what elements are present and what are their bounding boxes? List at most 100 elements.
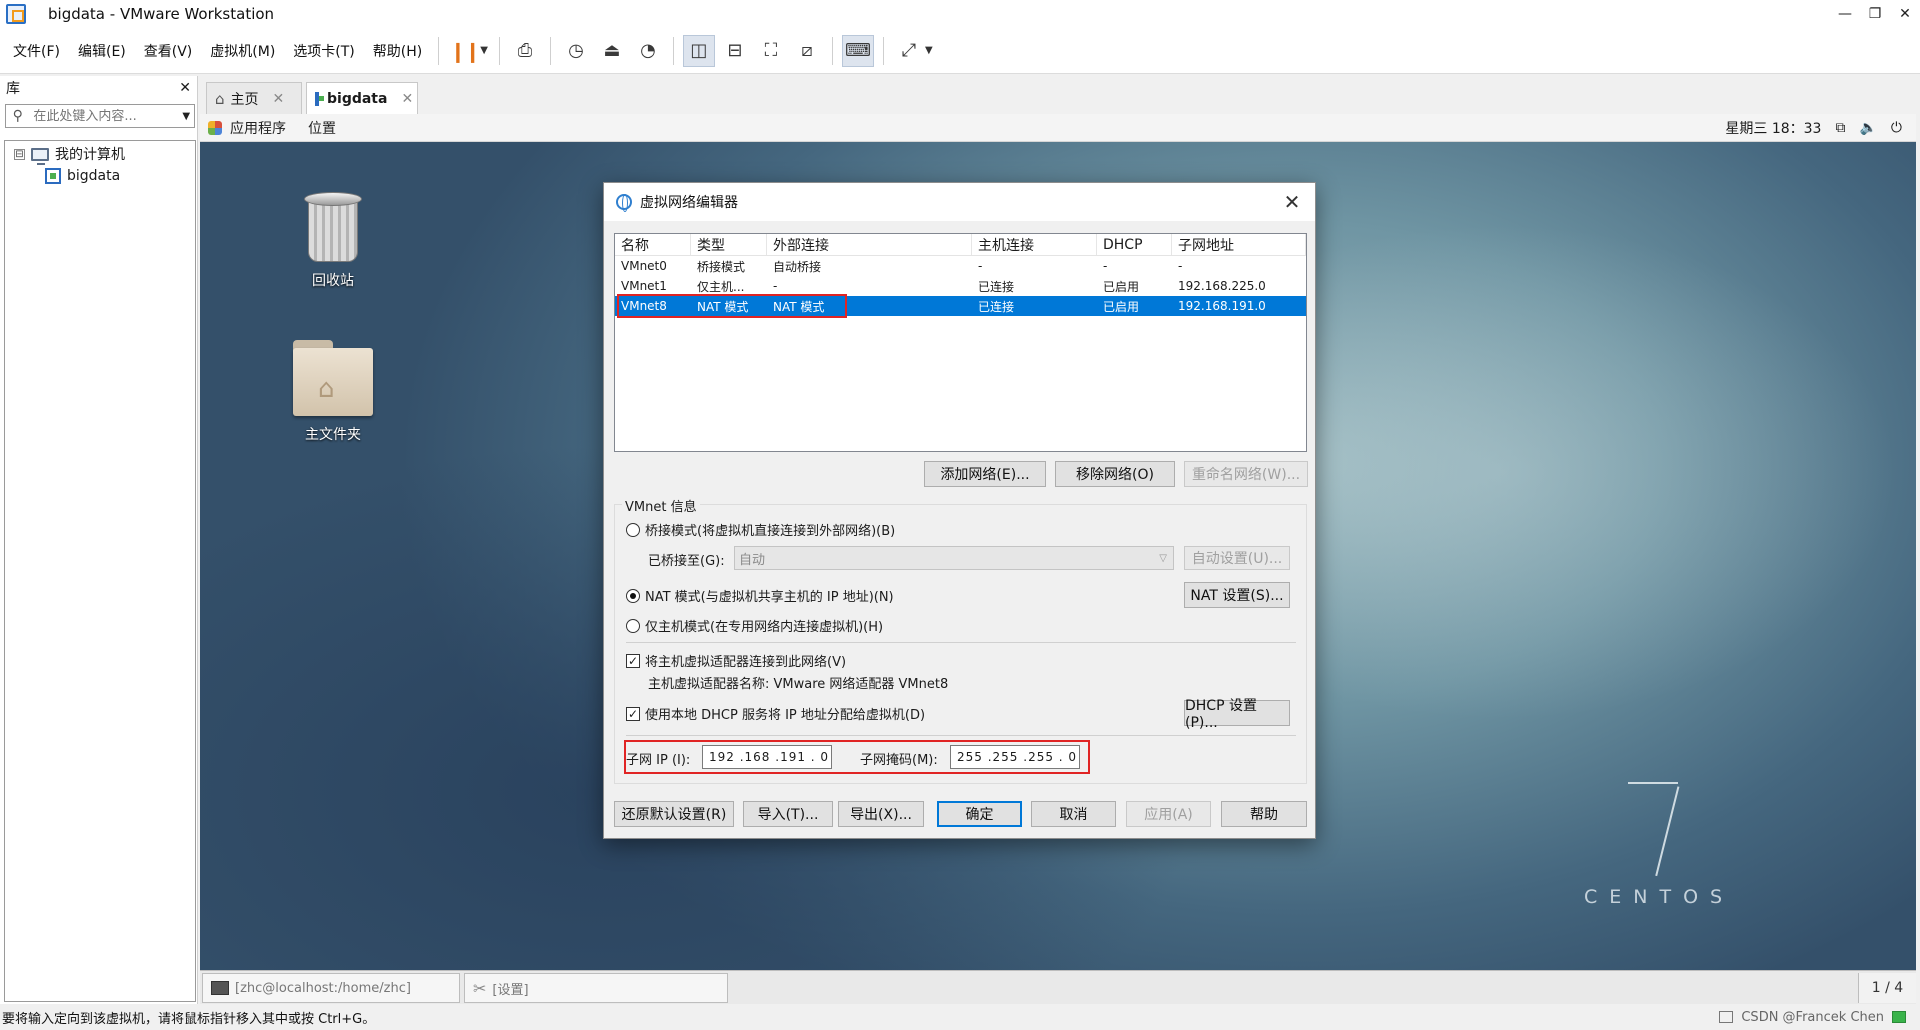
volume-icon[interactable]: 🔈 (1859, 120, 1876, 136)
stretch-dropdown-icon[interactable]: ▼ (925, 45, 933, 56)
auto-settings-button[interactable]: 自动设置(U)... (1184, 546, 1290, 570)
vmnet-info-label: VMnet 信息 (622, 496, 700, 515)
remove-network-button[interactable]: 移除网络(O) (1055, 461, 1175, 487)
column-header-subnet[interactable]: 子网地址 (1172, 234, 1306, 255)
rename-network-button[interactable]: 重命名网络(W)... (1184, 461, 1308, 487)
tab-bigdata[interactable]: bigdata ✕ (306, 82, 418, 115)
minimize-button[interactable]: — (1830, 0, 1860, 28)
search-dropdown-icon[interactable]: ▼ (178, 111, 194, 122)
restore-defaults-button[interactable]: 还原默认设置(R) (614, 801, 734, 827)
menu-view[interactable]: 查看(V) (135, 28, 202, 74)
library-close-button[interactable]: ✕ (179, 80, 191, 96)
device-status-icon[interactable] (1892, 1011, 1906, 1023)
export-button[interactable]: 导出(X)... (838, 801, 924, 827)
workspace-indicator[interactable]: 1 / 4 (1858, 973, 1916, 1003)
show-library-icon[interactable]: ◫ (682, 34, 715, 67)
column-header-type[interactable]: 类型 (691, 234, 767, 255)
apply-button[interactable]: 应用(A) (1126, 801, 1211, 827)
revert-snapshot-icon[interactable]: ⏏ (596, 35, 628, 67)
nat-mode-option[interactable]: NAT 模式(与虚拟机共享主机的 IP 地址)(N) (626, 586, 894, 605)
stretch-guest-icon[interactable]: ⤢ (893, 35, 925, 67)
send-ctrl-alt-del-icon[interactable]: ⎙ (509, 35, 541, 67)
tab-home[interactable]: ⌂ 主页 ✕ (206, 82, 302, 114)
close-window-button[interactable]: ✕ (1890, 0, 1920, 28)
bridged-radio[interactable] (626, 522, 640, 537)
status-message: 要将输入定向到该虚拟机，请将鼠标指针移入其中或按 Ctrl+G。 (2, 1011, 376, 1027)
dialog-close-button[interactable]: ✕ (1277, 187, 1307, 217)
cell-subnet: - (1178, 259, 1183, 273)
column-header-name[interactable]: 名称 (615, 234, 691, 255)
centos-seven-mark (1620, 782, 1680, 877)
menu-file[interactable]: 文件(F) (0, 28, 69, 74)
device-icon[interactable] (1719, 1011, 1734, 1023)
library-header: 库 ✕ (0, 76, 197, 100)
divider (626, 735, 1296, 736)
desktop-icon-home-folder[interactable]: ⌂ 主文件夹 (278, 334, 388, 444)
guest-clock[interactable]: 星期三 18：33 (1725, 118, 1821, 138)
cell-name: VMnet0 (621, 259, 667, 273)
table-row[interactable]: VMnet0 桥接模式 自动桥接 - - - (615, 256, 1306, 276)
guest-taskbar: [zhc@localhost:/home/zhc] ✂ [设置] 1 / 4 (200, 970, 1916, 1004)
library-search[interactable]: ⚲ ▼ (5, 104, 195, 128)
dialog-titlebar: 虚拟网络编辑器 ✕ (604, 183, 1315, 221)
cell-type: 桥接模式 (697, 259, 746, 274)
collapse-icon[interactable]: ⊟ (14, 148, 25, 160)
guest-tray: 星期三 18：33 ⧉ 🔈 ⏻ (1725, 118, 1902, 138)
tree-item-my-computer[interactable]: ⊟ 我的计算机 (5, 143, 195, 165)
host-only-radio[interactable] (626, 618, 640, 633)
nat-radio[interactable] (626, 588, 640, 603)
unity-icon[interactable]: ⧄ (791, 35, 823, 67)
toolbar-separator (438, 36, 440, 65)
use-dhcp-checkbox[interactable]: ✓ (626, 706, 640, 721)
subnet-mask-input[interactable]: 255 .255 .255 . 0 (950, 745, 1080, 769)
connect-adapter-option[interactable]: ✓ 将主机虚拟适配器连接到此网络(V) (626, 651, 846, 670)
column-header-dhcp[interactable]: DHCP (1097, 234, 1172, 255)
thumbnail-bar-icon[interactable]: ⊟ (719, 35, 751, 67)
column-header-external[interactable]: 外部连接 (767, 234, 972, 255)
cancel-button[interactable]: 取消 (1031, 801, 1116, 827)
desktop-icon-trash[interactable]: 回收站 (278, 192, 388, 290)
cell-type: 仅主机... (697, 279, 745, 294)
task-label: [zhc@localhost:/home/zhc] (235, 980, 411, 996)
menu-tabs[interactable]: 选项卡(T) (284, 28, 363, 74)
status-bar: 要将输入定向到该虚拟机，请将鼠标指针移入其中或按 Ctrl+G。 CSDN @F… (0, 1004, 1920, 1030)
library-search-input[interactable] (33, 108, 179, 124)
cell-external: 自动桥接 (773, 259, 822, 274)
import-button[interactable]: 导入(T)... (743, 801, 833, 827)
power-icon[interactable]: ⏻ (1891, 120, 1902, 136)
subnet-ip-input[interactable]: 192 .168 .191 . 0 (702, 745, 832, 769)
ok-button[interactable]: 确定 (937, 801, 1022, 827)
bridged-mode-option[interactable]: 桥接模式(将虚拟机直接连接到外部网络)(B) (626, 520, 895, 539)
add-network-button[interactable]: 添加网络(E)... (924, 461, 1046, 487)
table-row-selected[interactable]: VMnet8 NAT 模式 NAT 模式 已连接 已启用 192.168.191… (615, 296, 1306, 316)
menu-vm[interactable]: 虚拟机(M) (201, 28, 284, 74)
guest-menu-places[interactable]: 位置 (308, 118, 336, 138)
close-tab-icon[interactable]: ✕ (273, 91, 285, 107)
menu-edit[interactable]: 编辑(E) (69, 28, 135, 74)
close-tab-icon[interactable]: ✕ (401, 91, 413, 107)
tree-item-bigdata[interactable]: bigdata (5, 165, 195, 187)
table-row[interactable]: VMnet1 仅主机... - 已连接 已启用 192.168.225.0 (615, 276, 1306, 296)
snapshot-icon[interactable]: ◷ (560, 35, 592, 67)
help-button[interactable]: 帮助 (1221, 801, 1307, 827)
host-only-option[interactable]: 仅主机模式(在专用网络内连接虚拟机)(H) (626, 616, 883, 635)
use-dhcp-option[interactable]: ✓ 使用本地 DHCP 服务将 IP 地址分配给虚拟机(D) (626, 704, 925, 723)
column-header-host[interactable]: 主机连接 (972, 234, 1097, 255)
snapshot-manager-icon[interactable]: ◔ (632, 35, 664, 67)
network-icon[interactable]: ⧉ (1835, 120, 1845, 136)
restore-button[interactable]: ❐ (1860, 0, 1890, 28)
task-settings[interactable]: ✂ [设置] (464, 973, 728, 1003)
adapter-name-text: 主机虚拟适配器名称: VMware 网络适配器 VMnet8 (648, 677, 949, 692)
console-view-icon[interactable]: ⌨ (841, 34, 874, 67)
trash-icon (304, 192, 362, 264)
full-screen-icon[interactable]: ⛶ (755, 35, 787, 67)
task-terminal[interactable]: [zhc@localhost:/home/zhc] (202, 973, 460, 1003)
library-tree: ⊟ 我的计算机 bigdata (4, 140, 196, 1002)
pause-icon[interactable]: ❙❙ (448, 35, 481, 67)
dhcp-settings-button[interactable]: DHCP 设置(P)... (1184, 698, 1290, 731)
menu-help[interactable]: 帮助(H) (364, 28, 431, 74)
connect-adapter-checkbox[interactable]: ✓ (626, 653, 640, 668)
pause-dropdown-icon[interactable]: ▼ (480, 45, 488, 56)
nat-settings-button[interactable]: NAT 设置(S)... (1184, 582, 1290, 608)
guest-menu-applications[interactable]: 应用程序 (230, 118, 286, 138)
